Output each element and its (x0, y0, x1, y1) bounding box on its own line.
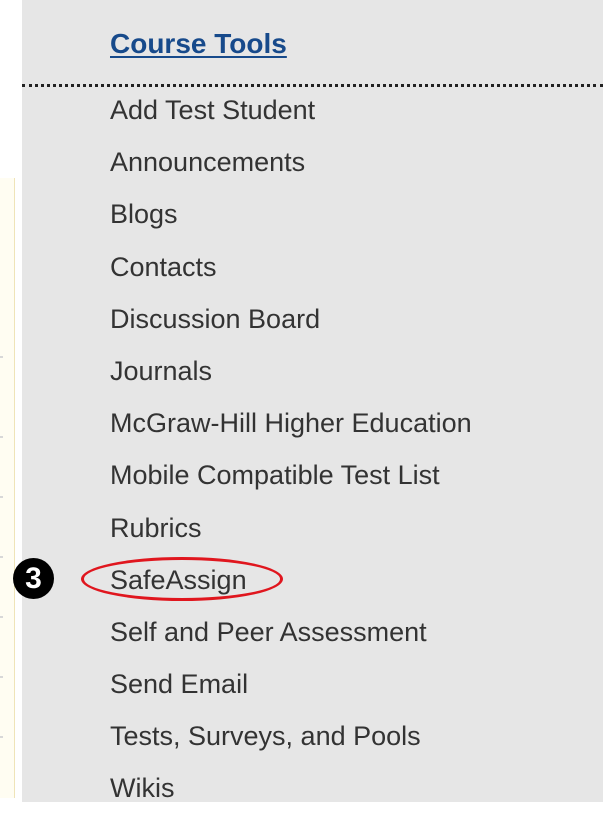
tool-self-and-peer-assessment[interactable]: Self and Peer Assessment (110, 614, 472, 666)
tool-safeassign[interactable]: SafeAssign (110, 562, 472, 614)
tool-journals[interactable]: Journals (110, 353, 472, 405)
tool-contacts[interactable]: Contacts (110, 249, 472, 301)
divider-tick (0, 616, 3, 618)
divider-tick (0, 496, 3, 498)
divider-tick (0, 356, 3, 358)
tool-blogs[interactable]: Blogs (110, 196, 472, 248)
tool-wikis[interactable]: Wikis (110, 770, 472, 822)
tool-rubrics[interactable]: Rubrics (110, 510, 472, 562)
content-area-edge (0, 178, 15, 798)
divider-tick (0, 556, 3, 558)
tool-announcements[interactable]: Announcements (110, 144, 472, 196)
course-tools-header-link[interactable]: Course Tools (110, 28, 287, 60)
header-divider (22, 84, 603, 87)
tool-tests-surveys-and-pools[interactable]: Tests, Surveys, and Pools (110, 718, 472, 770)
tool-discussion-board[interactable]: Discussion Board (110, 301, 472, 353)
tool-send-email[interactable]: Send Email (110, 666, 472, 718)
divider-tick (0, 436, 3, 438)
step-number-badge: 3 (13, 558, 54, 599)
tool-add-test-student[interactable]: Add Test Student (110, 92, 472, 144)
divider-tick (0, 676, 3, 678)
divider-tick (0, 736, 3, 738)
tool-mobile-compatible-test-list[interactable]: Mobile Compatible Test List (110, 457, 472, 509)
course-tools-list: Add Test Student Announcements Blogs Con… (110, 92, 472, 823)
tool-mcgraw-hill-higher-education[interactable]: McGraw-Hill Higher Education (110, 405, 472, 457)
